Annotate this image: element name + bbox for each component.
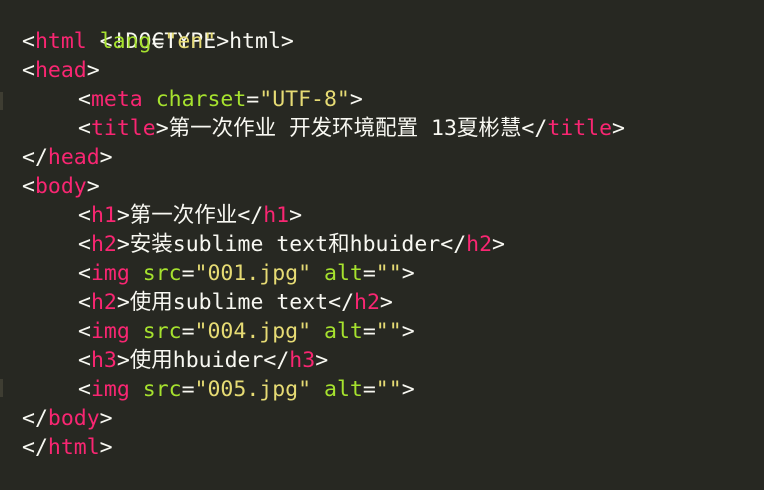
attribute-value: "" xyxy=(375,319,402,344)
tag-name: html xyxy=(34,29,87,54)
element-text: 第一次作业 开发环境配置 13夏彬慧 xyxy=(168,116,522,141)
attribute-value: "en" xyxy=(164,29,217,54)
element-text: 安装sublime text和hbuider xyxy=(129,232,441,257)
code-line-3[interactable]: <head> xyxy=(22,56,100,85)
element-text: 第一次作业 xyxy=(129,203,238,228)
attribute-value: "005.jpg" xyxy=(194,377,312,402)
code-line-4[interactable]: <meta charset="UTF-8"> xyxy=(22,85,363,114)
tag-name: h1 xyxy=(90,203,117,228)
closing-tag-name: h3 xyxy=(289,348,316,373)
code-line-2[interactable]: <html lang="en"> xyxy=(22,27,229,56)
gutter xyxy=(0,0,4,490)
code-line-7[interactable]: <body> xyxy=(22,172,100,201)
attribute-value: "004.jpg" xyxy=(194,319,312,344)
tag-name: h2 xyxy=(90,290,117,315)
closing-tag-name: h1 xyxy=(263,203,290,228)
code-editor[interactable]: <!DOCTYPE html> <html lang="en"> <head> … xyxy=(0,0,764,490)
attribute-name: alt xyxy=(324,319,363,344)
closing-tag-name: body xyxy=(47,406,100,431)
code-line-10[interactable]: <img src="001.jpg" alt=""> xyxy=(22,259,415,288)
closing-tag-name: h2 xyxy=(354,290,380,315)
tag-name: title xyxy=(90,116,156,141)
attribute-name: src xyxy=(142,261,182,286)
attribute-name: src xyxy=(142,319,182,344)
code-line-11[interactable]: <h2>使用sublime text</h2> xyxy=(22,288,393,317)
tag-name: h3 xyxy=(90,348,117,373)
code-line-16[interactable]: </html> xyxy=(22,433,113,462)
closing-tag-name: title xyxy=(547,116,613,141)
attribute-name: src xyxy=(142,377,182,402)
tag-name: body xyxy=(34,174,87,199)
code-line-15[interactable]: </body> xyxy=(22,404,113,433)
fold-marker xyxy=(0,92,3,110)
attribute-name: alt xyxy=(324,377,363,402)
tag-name: img xyxy=(90,319,130,344)
attribute-value: "001.jpg" xyxy=(194,261,312,286)
fold-marker xyxy=(0,379,3,397)
tag-name: meta xyxy=(90,87,143,112)
tag-name: img xyxy=(90,377,130,402)
element-text: 使用sublime text xyxy=(129,290,329,315)
code-line-1[interactable]: <!DOCTYPE html> xyxy=(22,0,294,54)
attribute-value: "UTF-8" xyxy=(259,87,350,112)
attribute-name: lang xyxy=(99,29,152,54)
tag-name: img xyxy=(90,261,130,286)
closing-tag-name: h2 xyxy=(466,232,493,257)
attribute-name: alt xyxy=(324,261,363,286)
attribute-value: "" xyxy=(375,377,402,402)
tag-name: h2 xyxy=(90,232,117,257)
closing-tag-name: html xyxy=(47,435,100,460)
attribute-name: charset xyxy=(155,87,247,112)
code-line-13[interactable]: <h3>使用hbuider</h3> xyxy=(22,346,328,375)
code-line-5[interactable]: <title>第一次作业 开发环境配置 13夏彬慧</title> xyxy=(22,114,625,143)
code-line-12[interactable]: <img src="004.jpg" alt=""> xyxy=(22,317,415,346)
code-line-9[interactable]: <h2>安装sublime text和hbuider</h2> xyxy=(22,230,505,259)
code-line-8[interactable]: <h1>第一次作业</h1> xyxy=(22,201,302,230)
attribute-value: "" xyxy=(375,261,402,286)
code-line-14[interactable]: <img src="005.jpg" alt=""> xyxy=(22,375,415,404)
code-line-6[interactable]: </head> xyxy=(22,143,113,172)
closing-tag-name: head xyxy=(47,145,100,170)
element-text: 使用hbuider xyxy=(129,348,264,373)
tag-name: head xyxy=(34,58,87,83)
